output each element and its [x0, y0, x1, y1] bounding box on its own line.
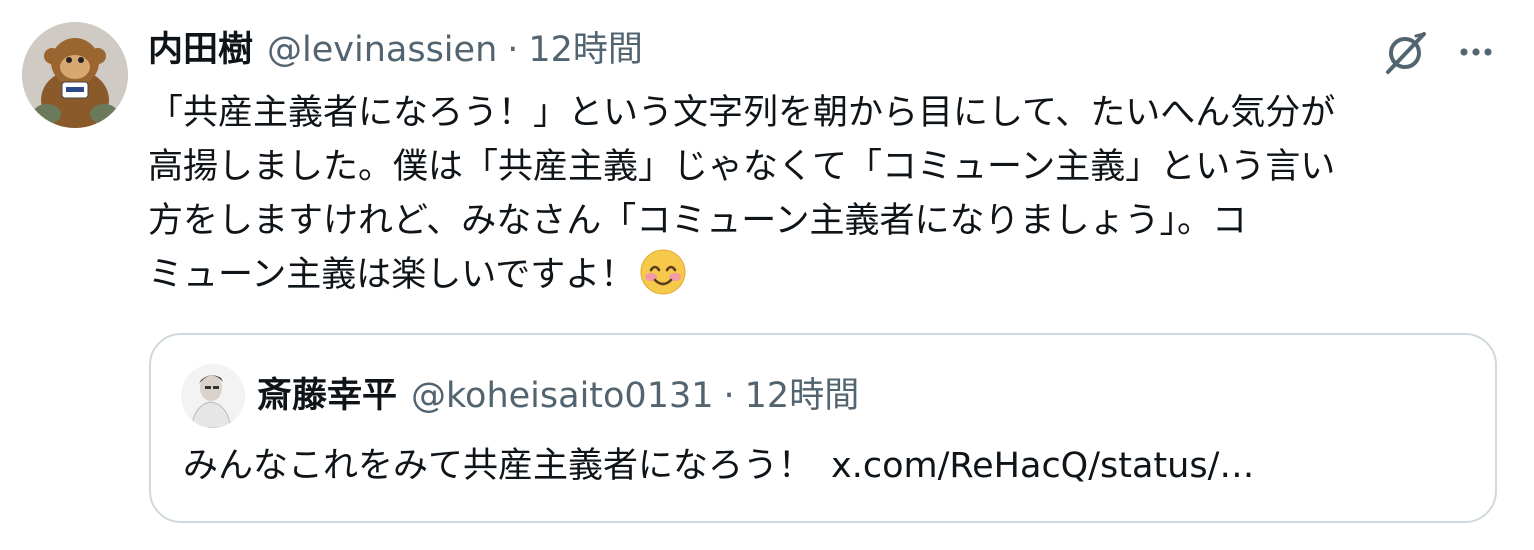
quoted-text-body: みんなこれをみて共産主義者になろう！ [183, 446, 814, 486]
monkey-plush-image [22, 22, 128, 128]
tweet-text-line: ミューン主義は楽しいですよ！ [148, 255, 636, 295]
tweet-text-line: 高揚しました。僕は「共産主義」じゃなくて「コミューン主義」という言い [148, 147, 1336, 187]
quoted-link[interactable]: x.com/ReHacQ/status/… [831, 446, 1254, 486]
author-avatar[interactable] [22, 22, 128, 128]
more-options-icon[interactable] [1452, 30, 1500, 74]
smiling-face-emoji-icon [639, 248, 687, 296]
quoted-author-name[interactable]: 斎藤幸平 [257, 378, 397, 414]
quoted-tweet-header: 斎藤幸平 @koheisaito0131 · 12時間 [257, 371, 859, 421]
tweet-text-line: 方をしますけれど、みなさん「コミューン主義者になりましょう」。コ [148, 201, 1248, 241]
quoted-tweet-card[interactable]: 斎藤幸平 @koheisaito0131 · 12時間 みんなこれをみて共産主義… [149, 333, 1497, 523]
tweet-text: 「共産主義者になろう！」という文字列を朝から目にして、たいへん気分が 高揚しまし… [148, 86, 1498, 302]
separator-dot: · [507, 29, 519, 70]
tweet-text-line-last: ミューン主義は楽しいですよ！ [148, 248, 1498, 302]
author-handle[interactable]: @levinassien [267, 32, 497, 68]
tweet-header: 内田樹 @levinassien · 12時間 [148, 22, 643, 78]
person-portrait-image [181, 364, 245, 428]
quoted-author-handle[interactable]: @koheisaito0131 [411, 378, 714, 414]
quoted-author-avatar[interactable] [181, 364, 245, 428]
separator-dot: · [723, 375, 735, 416]
grok-icon[interactable] [1380, 26, 1432, 78]
tweet-text-line: 「共産主義者になろう！」という文字列を朝から目にして、たいへん気分が [148, 93, 1336, 133]
quoted-timestamp[interactable]: 12時間 [745, 378, 860, 414]
quoted-tweet-text: みんなこれをみて共産主義者になろう！ x.com/ReHacQ/status/… [183, 439, 1473, 493]
author-name[interactable]: 内田樹 [148, 32, 253, 68]
timestamp[interactable]: 12時間 [528, 32, 643, 68]
